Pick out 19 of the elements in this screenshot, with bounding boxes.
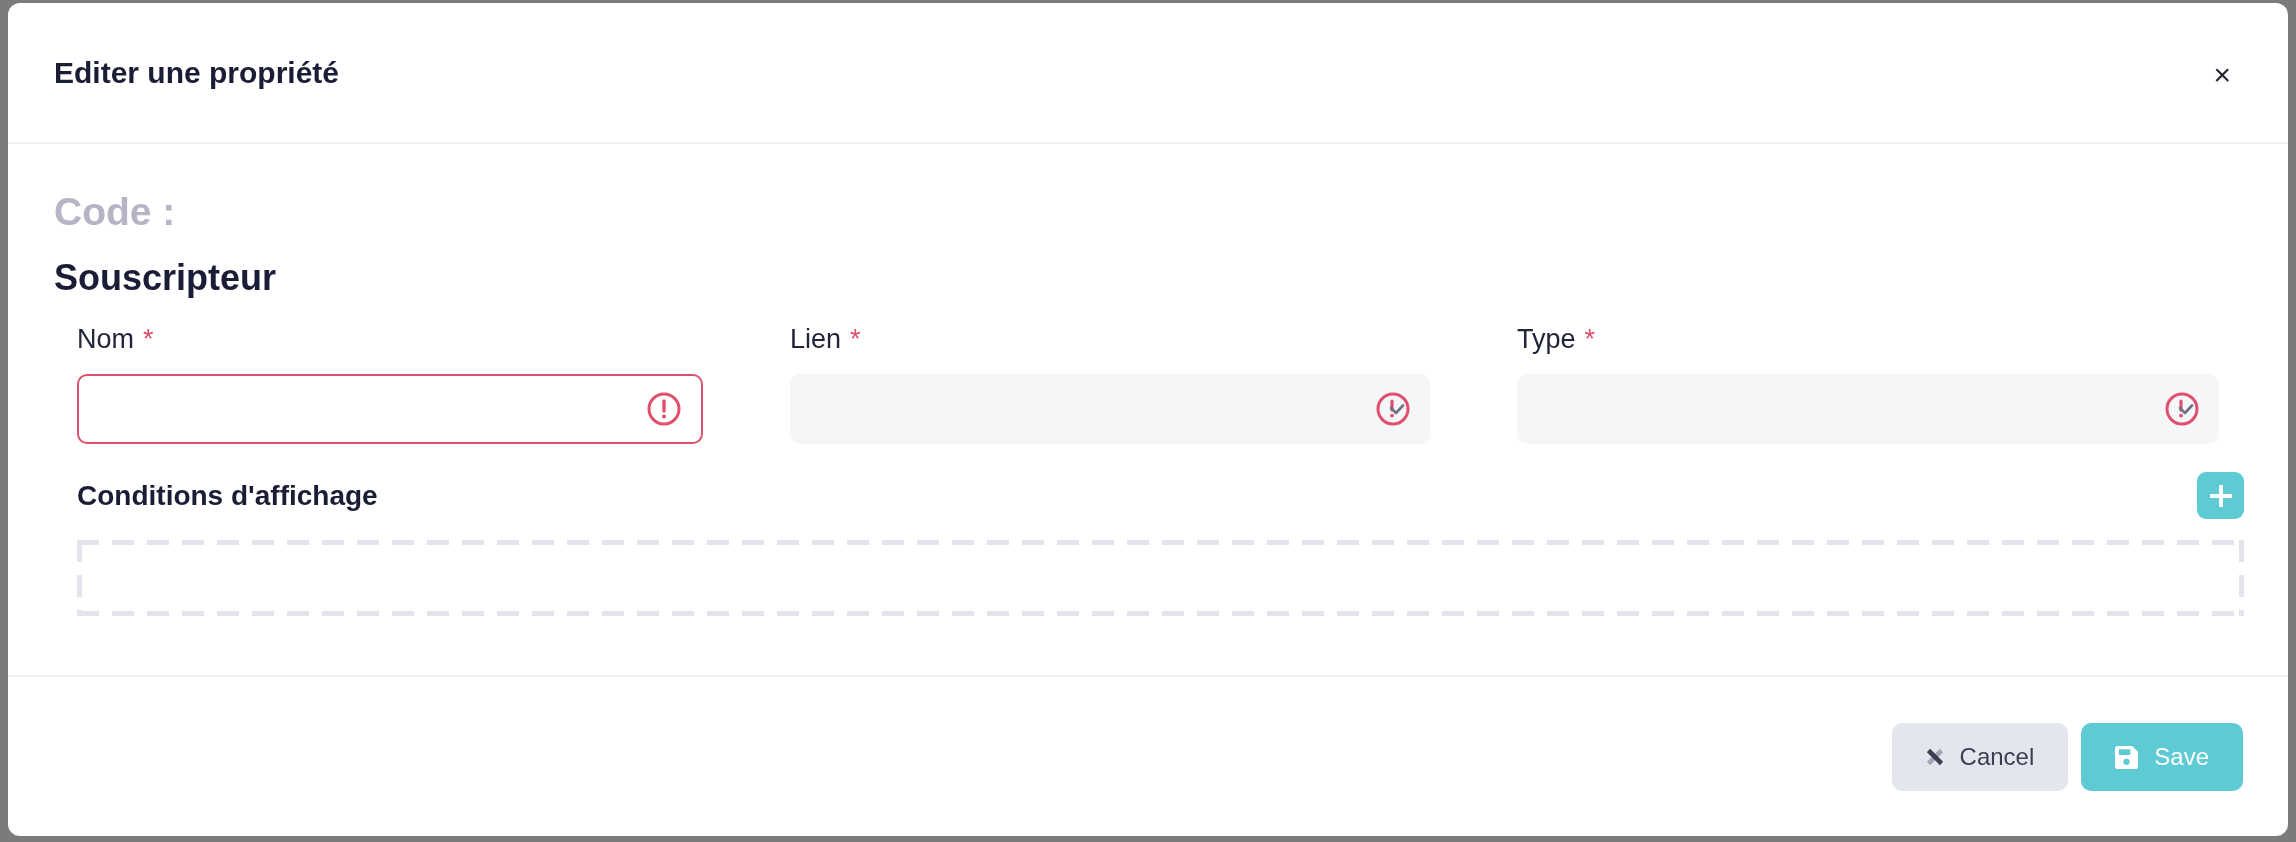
field-label: Type (1517, 323, 1576, 355)
required-mark: * (850, 323, 861, 355)
section-title: Souscripteur (54, 256, 278, 300)
select-field[interactable] (790, 374, 1430, 444)
dialog-title: Editer une propriété (54, 54, 340, 91)
select-field[interactable] (1517, 374, 2219, 444)
plus-icon (2209, 484, 2232, 507)
alert-icon (647, 392, 681, 426)
cross-icon (1925, 748, 1944, 766)
field-label: Nom (77, 323, 134, 355)
add-condition-button[interactable] (2197, 472, 2244, 519)
required-mark: * (1584, 323, 1596, 355)
field-label: Lien (790, 323, 842, 355)
required-mark: * (143, 323, 154, 355)
cancel-button[interactable]: Cancel (1891, 723, 2069, 791)
conditions-title: Conditions d'affichage (77, 478, 378, 513)
code-label: Code : (54, 189, 177, 235)
close-button[interactable]: × (2213, 59, 2231, 90)
text-input-field[interactable] (77, 374, 703, 444)
